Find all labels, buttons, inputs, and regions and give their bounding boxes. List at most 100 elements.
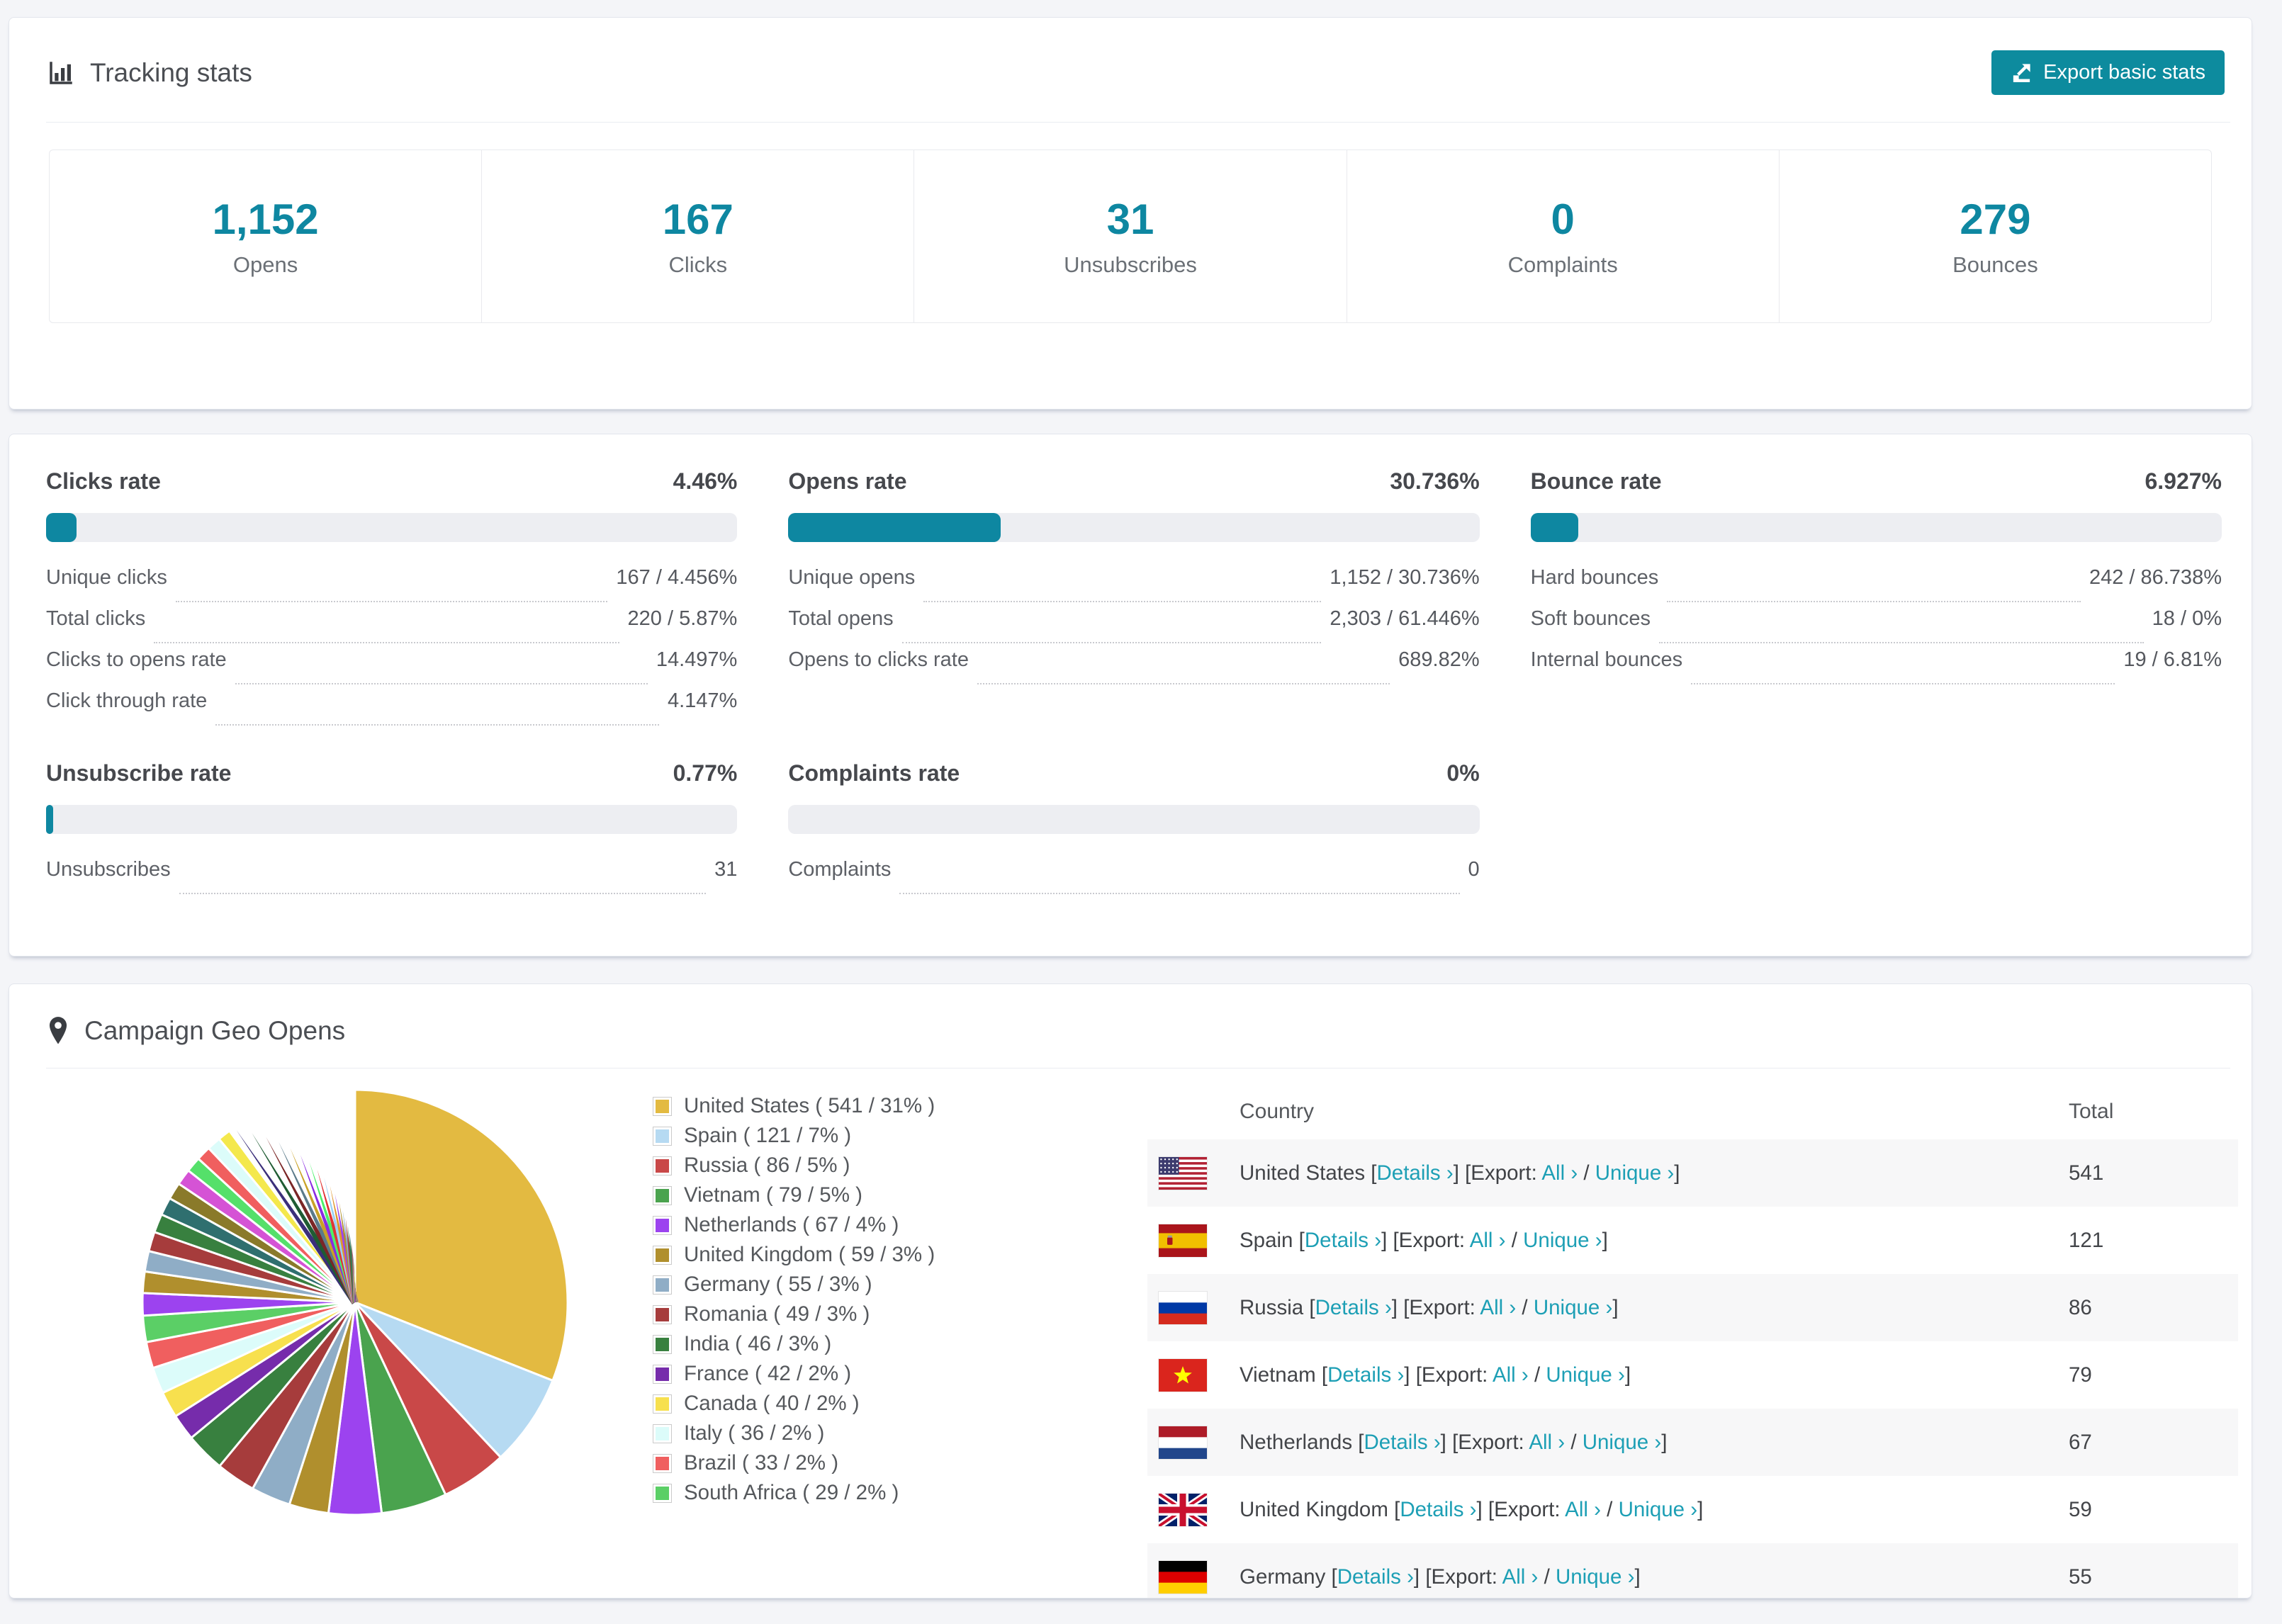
country-name: Vietnam	[1240, 1363, 1322, 1387]
rate-detail-label: Soft bounces	[1530, 607, 1651, 630]
country-row-es: Spain [Details ›] [Export: All › / Uniqu…	[1147, 1207, 2238, 1274]
country-cell-text: Vietnam [Details ›] [Export: All › / Uni…	[1240, 1363, 1631, 1387]
rate-detail-rows: Complaints 0	[788, 858, 1480, 899]
tracking-card-title: Tracking stats	[46, 58, 252, 88]
legend-label: Russia ( 86 / 5% )	[684, 1154, 850, 1177]
rate-detail-value: 18 / 0%	[2152, 607, 2222, 630]
rate-detail-label: Opens to clicks rate	[788, 648, 969, 671]
rate-title: Complaints rate	[788, 760, 960, 786]
rates-card: Clicks rate 4.46% Unique clicks 167 / 4.456…	[9, 434, 2252, 957]
export-unique-link[interactable]: Unique ›	[1546, 1363, 1625, 1387]
export-all-link[interactable]: All ›	[1529, 1431, 1565, 1454]
country-cell-text: United Kingdom [Details ›] [Export: All …	[1240, 1498, 1703, 1522]
export-all-link[interactable]: All ›	[1541, 1161, 1578, 1185]
rate-detail-label: Complaints	[788, 858, 892, 881]
export-unique-link[interactable]: Unique ›	[1534, 1296, 1613, 1319]
export-unique-link[interactable]: Unique ›	[1583, 1431, 1662, 1454]
export-basic-stats-button[interactable]: Export basic stats	[1991, 50, 2225, 95]
legend-item-united-kingdom: United Kingdom ( 59 / 3% )	[653, 1240, 935, 1270]
rate-detail-row: Total clicks 220 / 5.87%	[46, 607, 737, 648]
legend-swatch	[653, 1364, 672, 1384]
rate-title: Bounce rate	[1530, 468, 1662, 494]
details-link[interactable]: Details ›	[1315, 1296, 1392, 1319]
rate-detail-value: 2,303 / 61.446%	[1330, 607, 1480, 630]
rate-progress-track	[788, 513, 1480, 542]
rate-title: Opens rate	[788, 468, 907, 494]
export-unique-link[interactable]: Unique ›	[1619, 1498, 1698, 1521]
rate-progress-track	[46, 513, 738, 542]
export-all-link[interactable]: All ›	[1480, 1296, 1516, 1319]
legend-swatch	[653, 1453, 672, 1473]
rate-detail-row: Unsubscribes 31	[46, 858, 737, 899]
country-cell-text: Netherlands [Details ›] [Export: All › /…	[1240, 1431, 1667, 1455]
bracket-text: ]	[1404, 1363, 1416, 1387]
bracket-text: ]	[1453, 1161, 1466, 1185]
pie-legend: United States ( 541 / 31% ) Spain ( 121 /…	[653, 1091, 935, 1508]
legend-item-netherlands: Netherlands ( 67 / 4% )	[653, 1210, 935, 1240]
legend-item-spain: Spain ( 121 / 7% )	[653, 1121, 935, 1151]
rate-detail-label: Internal bounces	[1530, 648, 1683, 671]
details-link[interactable]: Details ›	[1327, 1363, 1404, 1387]
rate-detail-value: 167 / 4.456%	[616, 566, 738, 589]
legend-item-united-states: United States ( 541 / 31% )	[653, 1091, 935, 1121]
stat-label: Complaints	[1507, 252, 1618, 277]
details-link[interactable]: Details ›	[1377, 1161, 1454, 1185]
stat-value: 31	[1106, 196, 1154, 243]
geo-country-table: Country Total United States [Details ›] …	[1147, 1084, 2238, 1598]
export-unique-link[interactable]: Unique ›	[1595, 1161, 1675, 1185]
export-prefix-text: [Export:	[1425, 1564, 1502, 1589]
stat-box-bounces: 279 Bounces	[1780, 150, 2211, 322]
dotted-leader	[1691, 683, 2115, 684]
country-name: Russia	[1240, 1295, 1310, 1319]
dotted-leader	[899, 893, 1460, 894]
export-all-link[interactable]: All ›	[1493, 1363, 1529, 1387]
bracket-text: ]	[1624, 1363, 1631, 1387]
export-all-link[interactable]: All ›	[1470, 1229, 1506, 1252]
stat-box-clicks: 167 Clicks	[482, 150, 915, 322]
export-unique-link[interactable]: Unique ›	[1523, 1229, 1602, 1252]
country-row-de: Germany [Details ›] [Export: All › / Uni…	[1147, 1543, 2238, 1598]
export-all-link[interactable]: All ›	[1502, 1565, 1539, 1589]
stat-box-complaints: 0 Complaints	[1347, 150, 1780, 322]
rate-detail-label: Unique clicks	[46, 566, 167, 589]
legend-swatch	[653, 1096, 672, 1116]
rate-detail-value: 689.82%	[1398, 648, 1480, 671]
bracket-text: ]	[1661, 1430, 1668, 1454]
rate-detail-row: Unique clicks 167 / 4.456%	[46, 566, 737, 607]
details-link[interactable]: Details ›	[1305, 1229, 1381, 1252]
total-cell: 121	[2069, 1228, 2104, 1252]
separator-text: /	[1538, 1564, 1556, 1589]
rate-detail-value: 14.497%	[656, 648, 738, 671]
geo-body: United States ( 541 / 31% ) Spain ( 121 /…	[9, 1068, 2252, 1598]
export-all-link[interactable]: All ›	[1565, 1498, 1601, 1521]
rate-value: 6.927%	[2145, 468, 2222, 494]
rate-value: 0.77%	[673, 760, 738, 786]
details-link[interactable]: Details ›	[1400, 1498, 1476, 1521]
geo-opens-card: Campaign Geo Opens United States ( 541 /…	[9, 983, 2252, 1598]
rate-detail-value: 242 / 86.738%	[2089, 566, 2222, 589]
rate-value: 0%	[1446, 760, 1480, 786]
rate-detail-label: Total opens	[788, 607, 894, 630]
country-cell-text: Spain [Details ›] [Export: All › / Uniqu…	[1240, 1229, 1608, 1253]
bracket-text: ]	[1674, 1161, 1680, 1185]
geo-pie-chart	[141, 1088, 569, 1516]
stat-label: Opens	[232, 252, 298, 277]
bracket-text: ]	[1381, 1228, 1393, 1252]
separator-text: /	[1528, 1363, 1546, 1387]
map-pin-icon	[49, 1017, 67, 1044]
rate-detail-row: Click through rate 4.147%	[46, 689, 737, 731]
country-row-us: United States [Details ›] [Export: All ›…	[1147, 1139, 2238, 1207]
rate-value: 30.736%	[1390, 468, 1480, 494]
legend-swatch	[653, 1304, 672, 1324]
legend-label: United Kingdom ( 59 / 3% )	[684, 1243, 935, 1266]
rate-detail-value: 19 / 6.81%	[2123, 648, 2222, 671]
legend-swatch	[653, 1156, 672, 1175]
bracket-text: ]	[1602, 1228, 1608, 1252]
export-unique-link[interactable]: Unique ›	[1556, 1565, 1635, 1589]
stat-label: Unsubscribes	[1064, 252, 1197, 277]
column-header-country: Country	[1240, 1100, 1315, 1123]
details-link[interactable]: Details ›	[1337, 1565, 1414, 1589]
stat-box-unsubscribes: 31 Unsubscribes	[914, 150, 1347, 322]
details-link[interactable]: Details ›	[1364, 1431, 1440, 1454]
legend-item-france: France ( 42 / 2% )	[653, 1359, 935, 1389]
